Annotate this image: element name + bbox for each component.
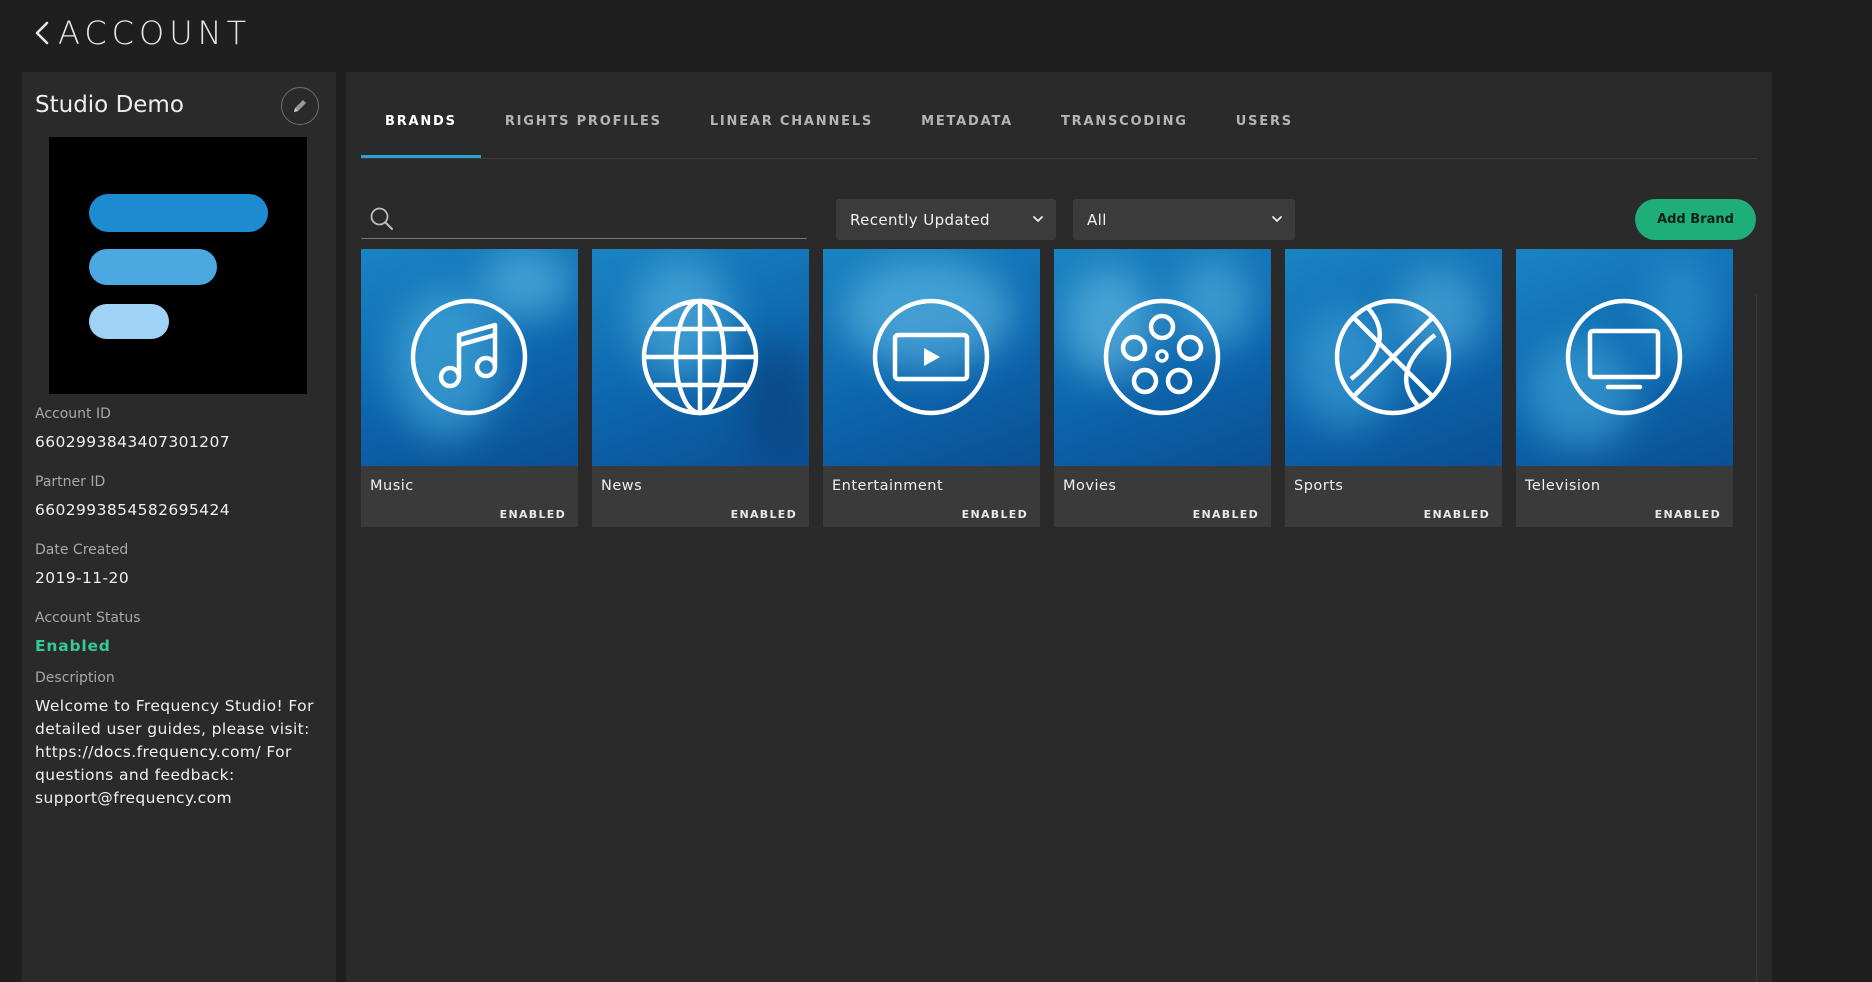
chevron-down-icon: [1033, 216, 1043, 222]
logo-bar: [89, 249, 217, 285]
tv-icon: [1565, 298, 1683, 416]
filter-dropdown-value: All: [1087, 210, 1107, 229]
brand-status: ENABLED: [961, 508, 1028, 521]
description-field: Description Welcome to Frequency Studio!…: [35, 669, 315, 810]
edit-account-button[interactable]: [281, 87, 319, 125]
brand-name: Sports: [1294, 478, 1344, 494]
sort-dropdown[interactable]: Recently Updated: [836, 199, 1056, 240]
account-id-field: Account ID 6602993843407301207: [35, 405, 230, 452]
tab-bar: BRANDS RIGHTS PROFILES LINEAR CHANNELS M…: [361, 96, 1757, 159]
panel-divider: [1756, 294, 1757, 982]
description-label: Description: [35, 670, 115, 686]
brand-status: ENABLED: [1192, 508, 1259, 521]
brand-thumbnail: [1285, 249, 1502, 466]
brand-name: Television: [1525, 478, 1601, 494]
brand-thumbnail: [361, 249, 578, 466]
tab-linear-channels[interactable]: LINEAR CHANNELS: [686, 96, 897, 158]
brand-card-television[interactable]: Television ENABLED: [1516, 249, 1733, 527]
main-panel: BRANDS RIGHTS PROFILES LINEAR CHANNELS M…: [346, 72, 1772, 982]
logo-bar: [89, 194, 268, 232]
filter-dropdown[interactable]: All: [1073, 199, 1295, 240]
music-note-icon: [410, 298, 528, 416]
account-status-label: Account Status: [35, 610, 141, 626]
chevron-left-icon[interactable]: [34, 18, 56, 48]
play-icon: [872, 298, 990, 416]
account-sidebar: Studio Demo Account ID 66029938434073012…: [22, 72, 336, 982]
account-name: Studio Demo: [35, 92, 184, 118]
page-header: ACCOUNT: [34, 14, 251, 52]
globe-icon: [641, 298, 759, 416]
search-bar: [361, 200, 807, 239]
brand-card-music[interactable]: Music ENABLED: [361, 249, 578, 527]
tab-brands[interactable]: BRANDS: [361, 96, 481, 158]
brand-grid: Music ENABLED News ENABLED Entertainment…: [361, 249, 1747, 527]
brand-status: ENABLED: [730, 508, 797, 521]
tab-metadata[interactable]: METADATA: [897, 96, 1037, 158]
brand-name: Movies: [1063, 478, 1117, 494]
account-status-value: Enabled: [35, 637, 111, 655]
brand-thumbnail: [1054, 249, 1271, 466]
search-icon: [370, 207, 393, 230]
brand-card-entertainment[interactable]: Entertainment ENABLED: [823, 249, 1040, 527]
brand-card-news[interactable]: News ENABLED: [592, 249, 809, 527]
sort-dropdown-value: Recently Updated: [850, 210, 990, 229]
brand-name: News: [601, 478, 643, 494]
brand-name: Music: [370, 478, 414, 494]
brand-status: ENABLED: [1423, 508, 1490, 521]
add-brand-button[interactable]: Add Brand: [1635, 199, 1756, 240]
pencil-icon: [294, 100, 306, 112]
tab-rights-profiles[interactable]: RIGHTS PROFILES: [481, 96, 686, 158]
description-value: Welcome to Frequency Studio! For detaile…: [35, 697, 314, 807]
date-created-field: Date Created 2019-11-20: [35, 541, 129, 588]
brand-status: ENABLED: [1654, 508, 1721, 521]
search-input[interactable]: [405, 204, 805, 236]
brand-card-sports[interactable]: Sports ENABLED: [1285, 249, 1502, 527]
brand-thumbnail: [592, 249, 809, 466]
partner-id-value: 6602993854582695424: [35, 501, 230, 519]
logo-bar: [89, 304, 169, 339]
chevron-down-icon: [1272, 216, 1282, 222]
brand-status: ENABLED: [499, 508, 566, 521]
brand-card-movies[interactable]: Movies ENABLED: [1054, 249, 1271, 527]
tab-users[interactable]: USERS: [1212, 96, 1317, 158]
date-created-label: Date Created: [35, 542, 129, 558]
tab-transcoding[interactable]: TRANSCODING: [1037, 96, 1212, 158]
date-created-value: 2019-11-20: [35, 569, 130, 587]
page-title: ACCOUNT: [58, 14, 252, 52]
film-reel-icon: [1103, 298, 1221, 416]
account-logo: [49, 137, 307, 394]
brand-thumbnail: [823, 249, 1040, 466]
account-status-field: Account Status Enabled: [35, 609, 141, 656]
account-id-value: 6602993843407301207: [35, 433, 230, 451]
brand-thumbnail: [1516, 249, 1733, 466]
partner-id-field: Partner ID 6602993854582695424: [35, 473, 230, 520]
account-id-label: Account ID: [35, 406, 111, 422]
brand-name: Entertainment: [832, 478, 944, 494]
partner-id-label: Partner ID: [35, 474, 106, 490]
basketball-icon: [1334, 298, 1452, 416]
